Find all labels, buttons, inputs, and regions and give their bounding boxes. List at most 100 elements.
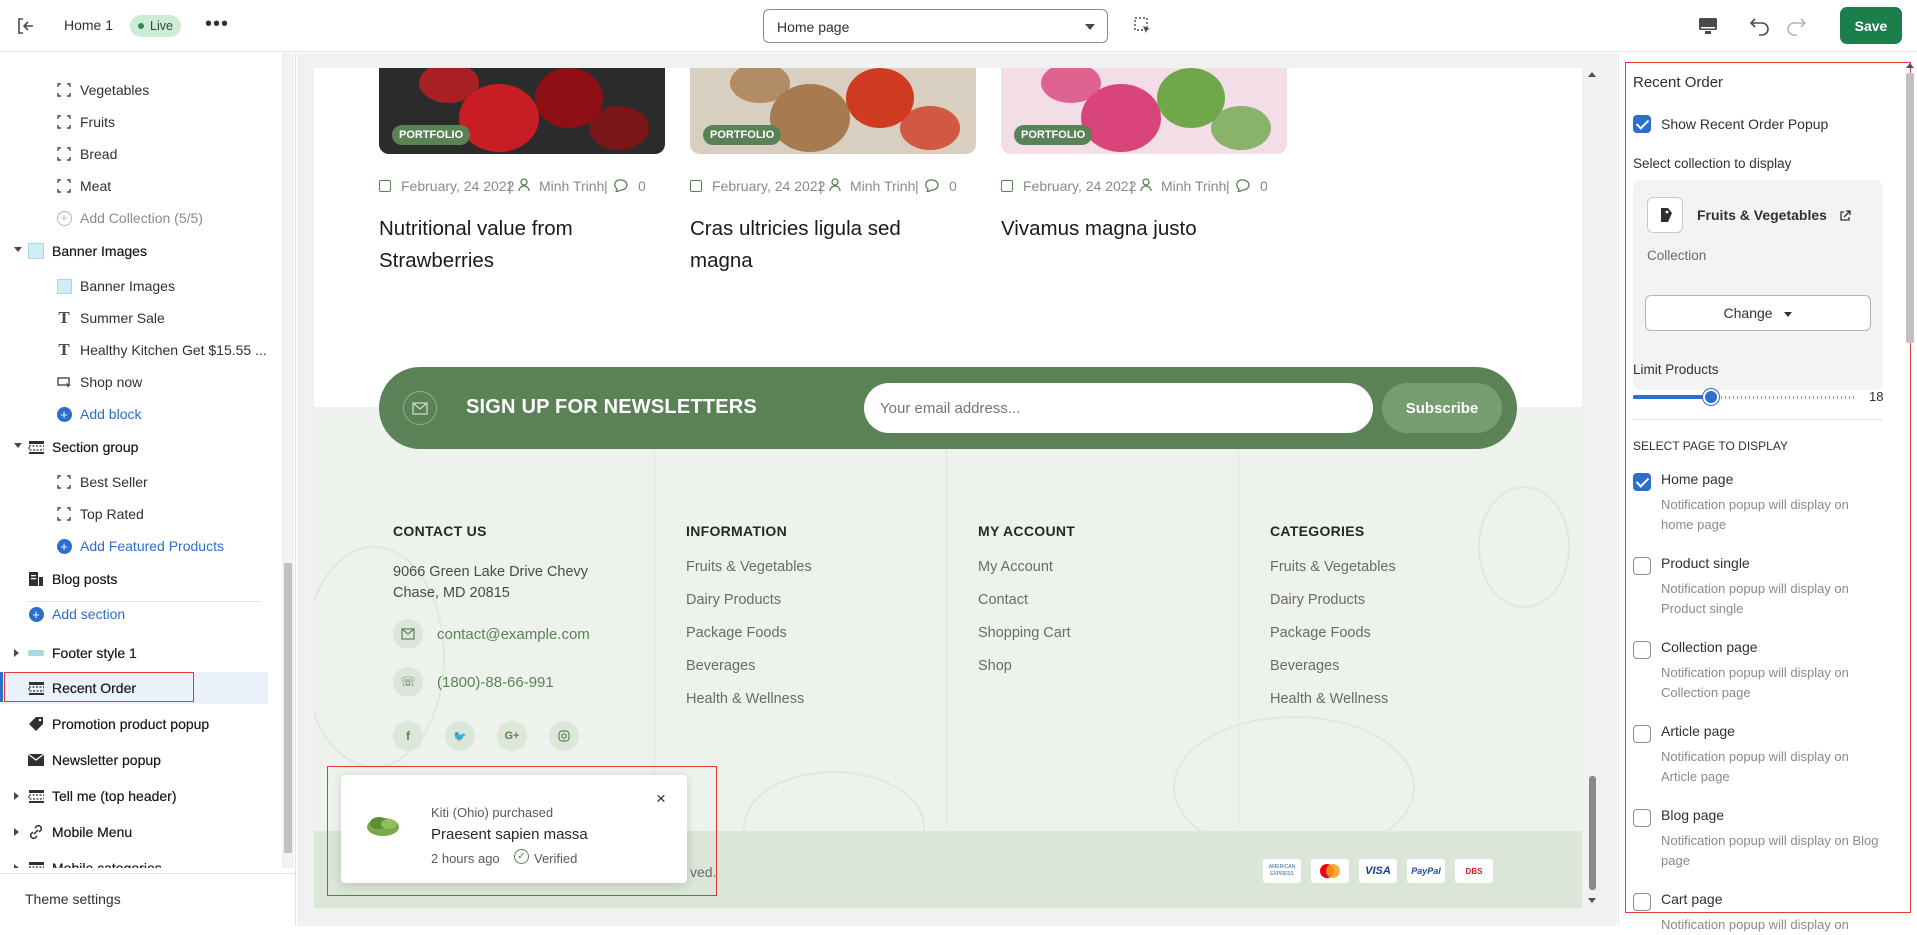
sidebar-item[interactable]: T Summer Sale — [0, 302, 268, 334]
slider-thumb[interactable] — [1703, 389, 1720, 405]
sidebar-item[interactable]: Fruits — [0, 106, 268, 138]
sidebar-scroll-thumb[interactable] — [284, 563, 292, 853]
footer-phone-row[interactable]: ☏ (1800)-88-66-991 — [393, 667, 554, 697]
chevron-right-icon[interactable] — [14, 864, 19, 868]
sidebar-item[interactable]: + Add Featured Products — [0, 530, 268, 562]
subscribe-button[interactable]: Subscribe — [1382, 383, 1502, 433]
facebook-icon[interactable]: f — [393, 721, 423, 751]
change-collection-button[interactable]: Change — [1645, 295, 1871, 331]
chevron-right-icon[interactable] — [14, 792, 19, 800]
external-link-icon[interactable] — [1839, 209, 1851, 221]
sidebar-item[interactable]: Best Seller — [0, 466, 268, 498]
chevron-right-icon[interactable] — [14, 649, 19, 657]
undo-icon[interactable] — [1749, 15, 1771, 37]
sidebar-item[interactable]: Blog posts — [0, 563, 268, 595]
footer-link[interactable]: Beverages — [1270, 658, 1339, 674]
theme-settings-link[interactable]: Theme settings — [25, 891, 121, 907]
blog-post-card[interactable]: PORTFOLIO February, 24 2022 | Minh Trinh | 0 C… — [690, 68, 976, 318]
footer-phone[interactable]: (1800)-88-66-991 — [437, 674, 554, 691]
footer-email[interactable]: contact@example.com — [437, 626, 590, 643]
sidebar-item-label: Add Featured Products — [80, 538, 224, 554]
ellipsis-icon[interactable]: ••• — [205, 13, 229, 36]
page-option-checkbox[interactable] — [1633, 473, 1651, 491]
sidebar-item[interactable]: Mobile Menu — [0, 816, 268, 848]
blog-post-card[interactable]: PORTFOLIO February, 24 2022 | Minh Trinh | 0 V… — [1001, 68, 1287, 318]
page-option-checkbox[interactable] — [1633, 893, 1651, 911]
desktop-icon[interactable] — [1697, 15, 1719, 37]
footer-link[interactable]: Shop — [978, 658, 1012, 674]
footer-link[interactable]: Dairy Products — [1270, 592, 1365, 608]
footer-link[interactable]: Health & Wellness — [686, 691, 804, 707]
chevron-right-icon[interactable] — [14, 828, 19, 836]
post-tag[interactable]: PORTFOLIO — [703, 125, 782, 145]
sidebar-item[interactable]: + Add Collection (5/5) — [0, 202, 268, 234]
blog-post-card[interactable]: PORTFOLIO February, 24 2022 | Minh Trinh | 0 N… — [379, 68, 665, 318]
show-popup-checkbox[interactable] — [1633, 115, 1651, 133]
settings-scroll-thumb[interactable] — [1906, 73, 1914, 343]
post-author: Minh Trinh — [1161, 178, 1227, 194]
post-tag[interactable]: PORTFOLIO — [1014, 125, 1093, 145]
footer-link[interactable]: Package Foods — [686, 625, 787, 641]
preview-scroll-thumb[interactable] — [1589, 776, 1596, 890]
show-popup-checkbox-row[interactable]: Show Recent Order Popup — [1633, 115, 1828, 133]
sidebar-item[interactable]: Meat — [0, 170, 268, 202]
exit-icon[interactable] — [13, 14, 37, 38]
scroll-up-icon[interactable] — [1588, 72, 1596, 77]
chevron-down-icon[interactable] — [14, 247, 22, 252]
page-option-checkbox[interactable] — [1633, 641, 1651, 659]
page-select[interactable]: Home page — [763, 9, 1108, 43]
preview-scrollbar[interactable] — [1586, 68, 1599, 908]
sidebar-item[interactable]: Footer style 1 — [0, 637, 268, 669]
select-element-icon[interactable] — [1133, 16, 1153, 36]
limit-slider[interactable] — [1633, 387, 1856, 407]
post-title[interactable]: Vivamus magna justo — [1001, 213, 1241, 245]
theme-name[interactable]: Home 1 — [64, 17, 113, 33]
instagram-icon[interactable] — [549, 721, 579, 751]
sidebar-item[interactable]: Vegetables — [0, 74, 268, 106]
sidebar-item[interactable]: + Add block — [0, 398, 268, 430]
footer-link[interactable]: Health & Wellness — [1270, 691, 1388, 707]
footer-link[interactable]: Beverages — [686, 658, 755, 674]
sidebar-item[interactable]: T Healthy Kitchen Get $15.55 ... — [0, 334, 268, 366]
page-option-desc: Notification popup will display on Artic… — [1661, 749, 1849, 784]
sidebar-item[interactable]: Bread — [0, 138, 268, 170]
chevron-down-icon[interactable] — [14, 443, 22, 448]
sidebar-item[interactable]: Section group — [0, 431, 268, 463]
footer-link[interactable]: Dairy Products — [686, 592, 781, 608]
sidebar-item[interactable]: Shop now — [0, 366, 268, 398]
sidebar-item[interactable]: Mobile categories — [0, 852, 268, 868]
sidebar-item[interactable]: Banner Images — [0, 270, 268, 302]
sidebar-item[interactable]: Promotion product popup — [0, 708, 268, 740]
scroll-up-icon[interactable] — [1906, 63, 1914, 68]
blog-icon — [28, 571, 44, 587]
footer-link[interactable]: Fruits & Vegetables — [686, 559, 812, 575]
post-comments: 0 — [949, 178, 957, 194]
sidebar-scrollbar[interactable] — [282, 53, 294, 868]
sidebar-item[interactable]: Tell me (top header) — [0, 780, 268, 812]
newsletter-email-input[interactable] — [864, 383, 1373, 433]
page-option-checkbox[interactable] — [1633, 725, 1651, 743]
redo-icon[interactable] — [1785, 15, 1807, 37]
footer-link[interactable]: My Account — [978, 559, 1053, 575]
twitter-icon[interactable]: 🐦 — [445, 721, 475, 751]
sidebar-item[interactable]: Top Rated — [0, 498, 268, 530]
footer-link[interactable]: Contact — [978, 592, 1028, 608]
sidebar-item[interactable]: + Add section — [0, 598, 268, 630]
footer-link[interactable]: Fruits & Vegetables — [1270, 559, 1396, 575]
settings-scrollbar[interactable] — [1904, 61, 1916, 916]
page-option-checkbox[interactable] — [1633, 557, 1651, 575]
scroll-down-icon[interactable] — [1588, 898, 1596, 903]
post-title[interactable]: Nutritional value from Strawberries — [379, 213, 619, 277]
google-plus-icon[interactable]: G+ — [497, 721, 527, 751]
page-option-checkbox[interactable] — [1633, 809, 1651, 827]
footer-link[interactable]: Shopping Cart — [978, 625, 1071, 641]
post-title[interactable]: Cras ultricies ligula sed magna — [690, 213, 930, 277]
sidebar-item[interactable]: Banner Images — [0, 235, 268, 267]
footer-email-row[interactable]: contact@example.com — [393, 619, 590, 649]
post-tag[interactable]: PORTFOLIO — [392, 125, 471, 145]
page-option-desc: Notification popup will display on Produ… — [1661, 581, 1849, 616]
collection-name[interactable]: Fruits & Vegetables — [1697, 207, 1827, 223]
save-button[interactable]: Save — [1840, 7, 1902, 44]
sidebar-item[interactable]: Newsletter popup — [0, 744, 268, 776]
footer-link[interactable]: Package Foods — [1270, 625, 1371, 641]
